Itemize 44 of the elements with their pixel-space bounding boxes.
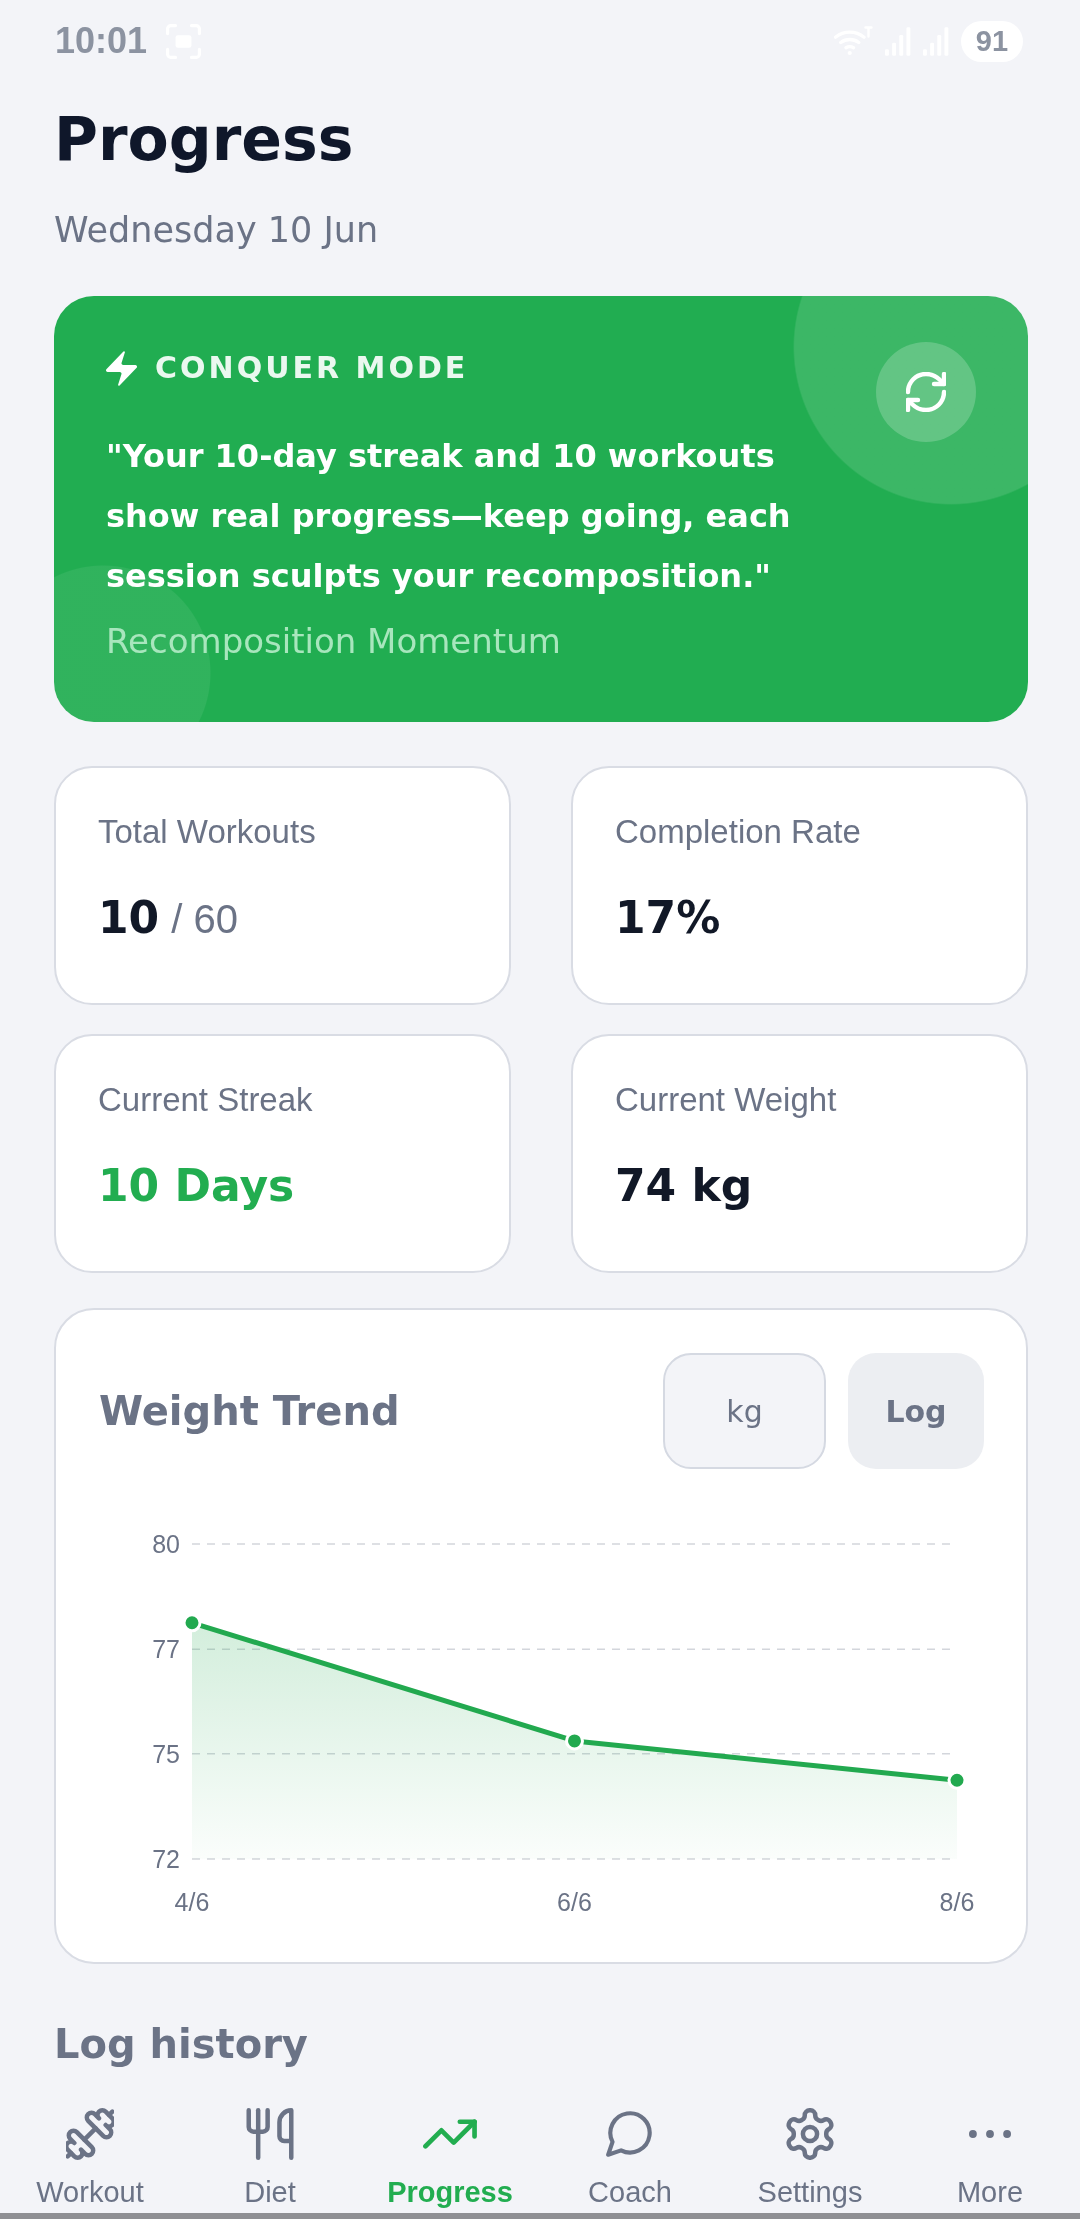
chat-bubble-icon <box>606 2108 654 2160</box>
x-axis-label: 6/6 <box>557 1888 592 1916</box>
stat-label: Completion Rate <box>615 814 861 850</box>
nav-tab[interactable]: More <box>900 2108 1080 2209</box>
section-title: Log history <box>54 2020 308 2068</box>
stat-value: 74 kg <box>615 1159 753 1213</box>
chart-title: Weight Trend <box>99 1387 400 1435</box>
x-axis-label: 8/6 <box>939 1888 975 1916</box>
trend-up-icon <box>423 2119 477 2149</box>
dumbbell-icon <box>66 2108 114 2160</box>
y-axis-label: 77 <box>152 1635 180 1664</box>
y-axis-label: 72 <box>152 1845 180 1873</box>
stat-label: Current Streak <box>98 1082 313 1118</box>
log-button[interactable]: Log <box>848 1353 984 1469</box>
nav-tab[interactable]: Settings <box>720 2108 900 2209</box>
refresh-icon <box>906 372 946 412</box>
nav-tab[interactable]: Diet <box>180 2108 360 2209</box>
battery-indicator: 91 <box>961 20 1023 62</box>
mode-label: CONQUER MODE <box>155 349 469 387</box>
stat-total: / 60 <box>171 896 238 943</box>
unit-button[interactable]: kg <box>663 1353 826 1469</box>
nav-tab[interactable]: Progress <box>360 2108 540 2209</box>
quote-subtitle: Recomposition Momentum <box>106 620 561 663</box>
fork-knife-icon <box>246 2108 294 2160</box>
data-point <box>182 1613 202 1633</box>
data-point <box>947 1770 967 1790</box>
nav-tab[interactable]: Coach <box>540 2108 720 2209</box>
stat-value: 10 <box>98 891 160 945</box>
lightning-icon <box>106 350 137 386</box>
status-time: 10:01 <box>55 20 148 62</box>
y-axis-label: 75 <box>152 1739 180 1768</box>
more-icon <box>969 2130 1011 2138</box>
stat-value: 10 Days <box>98 1159 295 1213</box>
motivation-quote: "Your 10-day streak and 10 workouts show real progress—keep going, each session sculpts your recomposition." <box>106 436 792 597</box>
stat-label: Total Workouts <box>98 814 316 850</box>
stat-label: Current Weight <box>615 1082 837 1118</box>
nav-tab[interactable]: Workout <box>0 2108 180 2209</box>
x-axis-label: 4/6 <box>174 1888 210 1916</box>
stat-value: 17% <box>615 891 721 945</box>
date-text: Wednesday 10 Jun <box>54 210 379 250</box>
settings-icon <box>786 2108 834 2160</box>
page-title: Progress <box>54 103 354 175</box>
y-axis-label: 80 <box>152 1530 180 1558</box>
data-point <box>565 1731 584 1751</box>
